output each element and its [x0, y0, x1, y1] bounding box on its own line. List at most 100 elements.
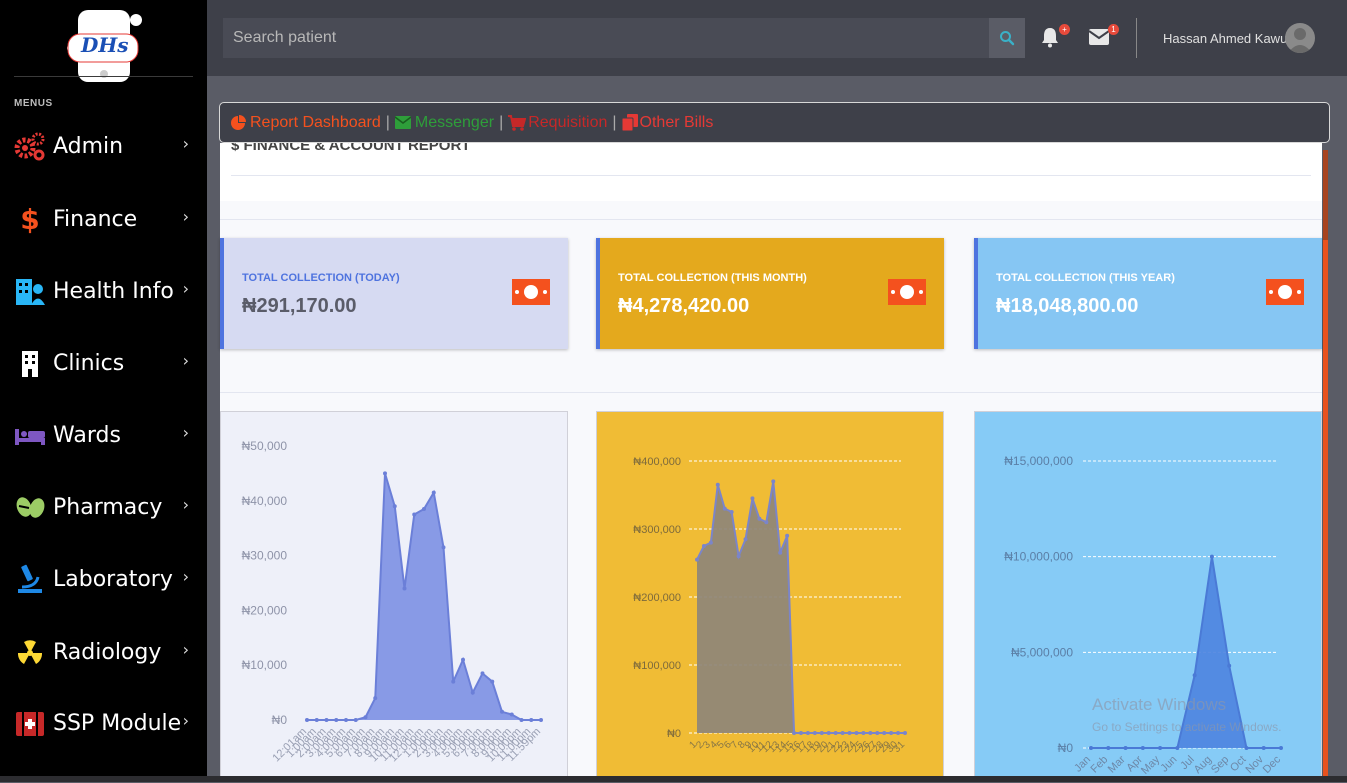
data-point[interactable]: [509, 712, 514, 717]
data-point[interactable]: [743, 537, 748, 542]
data-point[interactable]: [1089, 746, 1093, 750]
data-point[interactable]: [868, 731, 873, 735]
data-point[interactable]: [785, 533, 790, 538]
data-point[interactable]: [353, 718, 358, 722]
data-point[interactable]: [1209, 554, 1214, 559]
cogs-icon: [14, 130, 46, 162]
data-point[interactable]: [1106, 746, 1111, 750]
data-point[interactable]: [792, 731, 797, 735]
data-point[interactable]: [529, 718, 534, 722]
data-point[interactable]: [373, 696, 378, 701]
sidebar-item-health-info[interactable]: Health Info ›: [14, 271, 199, 311]
data-point[interactable]: [847, 731, 852, 735]
stat-card-month[interactable]: TOTAL COLLECTION (THIS MONTH) ₦4,278,420…: [596, 238, 944, 349]
data-point[interactable]: [519, 718, 524, 722]
avatar[interactable]: [1285, 23, 1315, 53]
data-point[interactable]: [1279, 746, 1283, 750]
data-point[interactable]: [708, 540, 713, 545]
data-point[interactable]: [875, 731, 880, 735]
data-point[interactable]: [412, 512, 417, 517]
data-point[interactable]: [539, 718, 543, 722]
data-point[interactable]: [812, 731, 817, 735]
sidebar-item-pharmacy[interactable]: Pharmacy ›: [14, 487, 199, 527]
alerts-button[interactable]: +: [1040, 24, 1070, 50]
data-point[interactable]: [1244, 746, 1249, 750]
sidebar-item-radiology[interactable]: Radiology ›: [14, 632, 199, 672]
data-point[interactable]: [799, 731, 803, 735]
data-point[interactable]: [757, 516, 762, 521]
data-point[interactable]: [451, 679, 456, 684]
chevron-right-icon: ›: [182, 279, 189, 298]
sidebar-item-admin[interactable]: Admin ›: [14, 126, 199, 166]
data-point[interactable]: [882, 731, 887, 735]
report-dashboard-link[interactable]: Report Dashboard: [230, 114, 381, 132]
data-point[interactable]: [1192, 673, 1197, 678]
data-point[interactable]: [771, 479, 776, 484]
stat-card-today[interactable]: TOTAL COLLECTION (TODAY) ₦291,170.00: [220, 238, 568, 349]
data-point[interactable]: [695, 557, 699, 562]
messenger-link[interactable]: Messenger: [394, 114, 494, 132]
messages-button[interactable]: 1: [1088, 24, 1119, 50]
search-button[interactable]: [989, 18, 1025, 58]
scrollbar-thumb[interactable]: [1323, 150, 1328, 240]
chart-card-daily: ₦0 ₦10,000 ₦20,000 ₦30,000 ₦40,000 ₦50,000 12:…: [220, 411, 568, 782]
data-point[interactable]: [819, 731, 824, 735]
data-point[interactable]: [805, 731, 810, 735]
user-name[interactable]: Hassan Ahmed Kawu: [1163, 31, 1287, 46]
activation-watermark-subtitle: Go to Settings to activate Windows.: [1092, 720, 1282, 734]
data-point[interactable]: [344, 718, 348, 722]
data-point[interactable]: [736, 554, 741, 559]
data-point[interactable]: [1175, 746, 1180, 750]
data-point[interactable]: [480, 671, 485, 676]
sidebar-item-clinics[interactable]: Clinics ›: [14, 343, 199, 383]
data-point[interactable]: [431, 490, 436, 495]
data-point[interactable]: [461, 657, 465, 662]
data-point[interactable]: [441, 545, 446, 550]
data-point[interactable]: [778, 550, 783, 555]
data-point[interactable]: [422, 507, 426, 512]
data-point[interactable]: [363, 715, 368, 720]
data-point[interactable]: [840, 731, 845, 735]
data-point[interactable]: [383, 471, 387, 476]
sidebar-item-finance[interactable]: $ Finance ›: [14, 199, 199, 239]
data-point[interactable]: [1158, 746, 1163, 750]
data-point[interactable]: [334, 718, 339, 722]
data-point[interactable]: [861, 731, 866, 735]
data-point[interactable]: [314, 718, 319, 722]
data-point[interactable]: [402, 586, 407, 591]
data-point[interactable]: [305, 718, 309, 722]
scrollbar-track[interactable]: [1323, 150, 1328, 782]
app-logo[interactable]: DHs: [64, 8, 144, 84]
stat-label: TOTAL COLLECTION (THIS MONTH): [618, 272, 807, 284]
data-point[interactable]: [392, 504, 397, 509]
data-point[interactable]: [833, 731, 838, 735]
data-point[interactable]: [722, 506, 727, 511]
data-point[interactable]: [764, 520, 769, 525]
data-point[interactable]: [470, 690, 475, 695]
data-point[interactable]: [750, 496, 755, 501]
data-point[interactable]: [896, 731, 901, 735]
search-input[interactable]: [223, 18, 989, 58]
data-point[interactable]: [903, 731, 907, 735]
data-point[interactable]: [1261, 746, 1266, 750]
data-point[interactable]: [1123, 746, 1128, 750]
data-point[interactable]: [889, 731, 894, 735]
sidebar-item-laboratory[interactable]: Laboratory ›: [14, 559, 199, 599]
data-point[interactable]: [1227, 663, 1232, 668]
data-point[interactable]: [729, 510, 734, 514]
envelope-icon: [394, 116, 411, 129]
other-bills-link[interactable]: Other Bills: [621, 114, 713, 132]
stat-card-year[interactable]: TOTAL COLLECTION (THIS YEAR) ₦18,048,800…: [974, 238, 1322, 349]
data-point[interactable]: [490, 679, 495, 684]
data-point[interactable]: [1140, 746, 1145, 750]
data-point[interactable]: [701, 544, 706, 548]
series-area: [697, 481, 905, 733]
data-point[interactable]: [826, 731, 831, 735]
sidebar-item-ssp-module[interactable]: SSP Module ›: [14, 703, 199, 743]
sidebar-item-wards[interactable]: Wards ›: [14, 415, 199, 455]
requisition-link[interactable]: Requisition: [508, 114, 607, 132]
data-point[interactable]: [500, 709, 504, 714]
data-point[interactable]: [715, 482, 720, 487]
data-point[interactable]: [324, 718, 329, 722]
data-point[interactable]: [854, 731, 859, 735]
